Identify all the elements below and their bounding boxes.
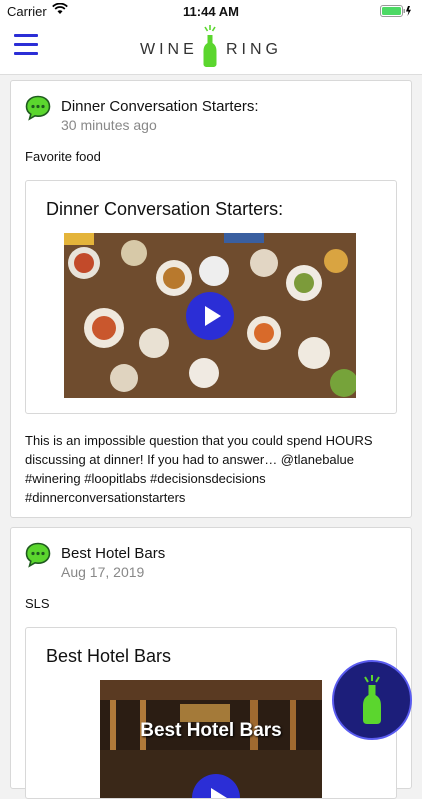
post-timestamp: 30 minutes ago xyxy=(61,117,157,133)
video-embed[interactable]: Dinner Conversation Starters: xyxy=(25,180,397,414)
video-thumbnail[interactable] xyxy=(64,233,356,398)
winering-logo: WINE RING xyxy=(140,24,282,70)
post-caption: Favorite food xyxy=(25,149,101,164)
embed-title: Dinner Conversation Starters: xyxy=(46,199,284,219)
chat-bubble-icon xyxy=(25,95,51,121)
video-thumbnail[interactable]: Best Hotel Bars xyxy=(100,680,322,798)
bottle-icon xyxy=(363,675,381,724)
post-card[interactable]: Dinner Conversation Starters: 30 minutes… xyxy=(10,80,412,518)
chat-bubble-icon xyxy=(25,542,51,568)
embed-title: Best Hotel Bars xyxy=(46,646,172,666)
post-title: Best Hotel Bars xyxy=(61,545,166,562)
menu-button[interactable] xyxy=(14,34,38,58)
post-caption: SLS xyxy=(25,596,50,611)
app-header: WINE RING xyxy=(0,22,422,75)
clock: 11:44 AM xyxy=(183,4,239,19)
post-description: This is an impossible question that you … xyxy=(25,433,373,505)
post-title: Dinner Conversation Starters: xyxy=(61,98,259,115)
battery-icon xyxy=(380,5,411,17)
logo-text-right: RING xyxy=(226,41,282,58)
status-bar: Carrier 11:44 AM xyxy=(0,0,422,22)
play-button[interactable] xyxy=(186,292,234,340)
wine-ring-fab-button[interactable] xyxy=(332,660,412,740)
bottle-icon xyxy=(203,25,217,67)
post-timestamp: Aug 17, 2019 xyxy=(61,564,145,580)
thumbnail-text: Best Hotel Bars xyxy=(140,720,282,741)
logo-text-left: WINE xyxy=(140,41,198,58)
